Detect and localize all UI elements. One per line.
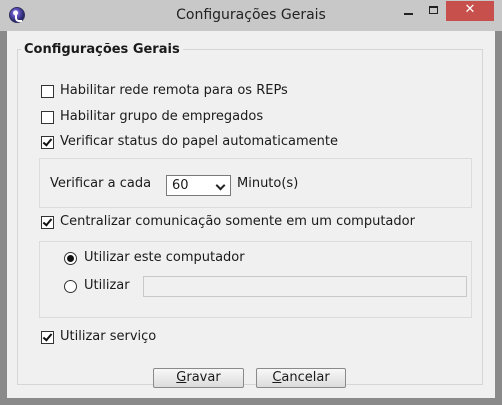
- checkmark-icon: [42, 136, 53, 147]
- intervalo-select[interactable]: 60: [166, 175, 231, 196]
- gravar-accel-key: G: [176, 370, 187, 385]
- cancelar-label-rest: ancelar: [281, 370, 330, 385]
- rede-remota-checkbox[interactable]: [41, 85, 54, 98]
- maximize-icon: [429, 6, 438, 14]
- verificar-status-label[interactable]: Verificar status do papel automaticament…: [60, 134, 338, 149]
- group-title: Configurações Gerais: [21, 42, 183, 57]
- close-button[interactable]: ✕: [446, 1, 494, 21]
- servico-checkbox[interactable]: [41, 331, 54, 344]
- computador-input[interactable]: [143, 276, 467, 297]
- servico-label[interactable]: Utilizar serviço: [60, 329, 156, 344]
- utilizar-label[interactable]: Utilizar: [84, 278, 130, 293]
- centralizar-checkbox[interactable]: [41, 216, 54, 229]
- centralizar-label[interactable]: Centralizar comunicação somente em um co…: [60, 214, 415, 229]
- minimize-icon: [404, 13, 413, 15]
- minutos-label: Minuto(s): [237, 176, 299, 191]
- grupo-empregados-checkbox[interactable]: [41, 111, 54, 124]
- chevron-down-icon: [215, 180, 226, 191]
- verificar-status-checkbox[interactable]: [41, 136, 54, 149]
- dialog-body: Configurações Gerais Habilitar rede remo…: [7, 31, 495, 398]
- cancelar-button[interactable]: Cancelar: [256, 368, 346, 388]
- title-bar[interactable]: Configurações Gerais ✕: [0, 0, 502, 31]
- gravar-button[interactable]: Gravar: [153, 368, 244, 388]
- verificar-a-cada-label: Verificar a cada: [50, 176, 152, 191]
- grupo-empregados-label[interactable]: Habilitar grupo de empregados: [60, 109, 263, 124]
- dialog-window: Configurações Gerais ✕ Configurações Ger…: [0, 0, 502, 405]
- este-computador-radio[interactable]: [64, 252, 77, 265]
- close-icon: ✕: [464, 2, 476, 17]
- rede-remota-label[interactable]: Habilitar rede remota para os REPs: [60, 83, 288, 98]
- gravar-label-rest: ravar: [186, 370, 221, 385]
- minimize-button[interactable]: [395, 1, 421, 21]
- radio-selected-dot: [67, 255, 74, 262]
- intervalo-value: 60: [172, 178, 189, 193]
- este-computador-label[interactable]: Utilizar este computador: [84, 250, 245, 265]
- utilizar-radio[interactable]: [64, 280, 77, 293]
- checkmark-icon: [42, 331, 53, 342]
- maximize-button[interactable]: [421, 1, 446, 21]
- checkmark-icon: [42, 216, 53, 227]
